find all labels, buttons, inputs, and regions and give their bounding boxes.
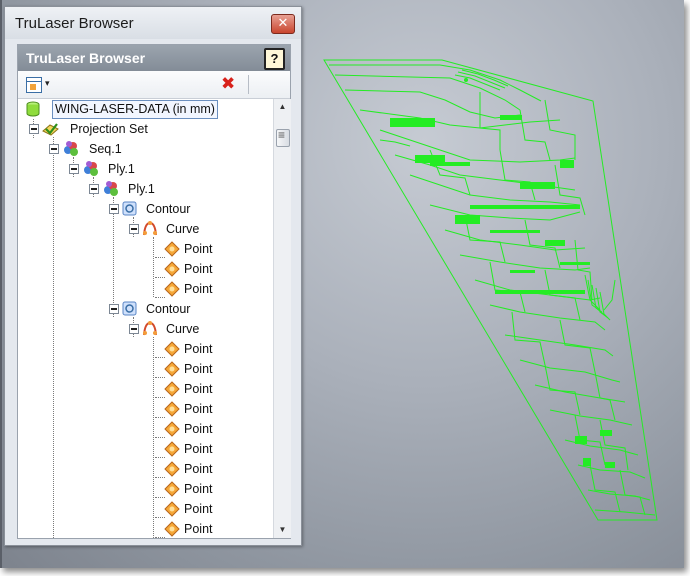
curve-icon — [143, 321, 157, 336]
tree-label: Point — [184, 362, 213, 376]
collapse-toggle[interactable] — [129, 224, 139, 234]
tree-row-root[interactable]: WING-LASER-DATA (in mm) — [18, 99, 273, 119]
scroll-down-button[interactable]: ▼ — [274, 522, 291, 538]
database-icon — [26, 101, 40, 117]
tree-label: Point — [184, 522, 213, 536]
tree-row-point[interactable]: Point — [18, 459, 273, 479]
window-title: TruLaser Browser — [15, 15, 134, 32]
sequence-icon — [64, 141, 78, 156]
collapse-toggle[interactable] — [129, 324, 139, 334]
point-icon — [164, 281, 180, 297]
tree-row-contour[interactable]: Contour — [18, 299, 273, 319]
tree-row-point[interactable]: Point — [18, 479, 273, 499]
3d-viewport[interactable]: TruLaser Browser ✕ TruLaser Browser ? ▾ … — [0, 0, 684, 568]
tree-row-point[interactable]: Point — [18, 339, 273, 359]
ply-icon — [104, 181, 118, 196]
collapse-toggle[interactable] — [49, 144, 59, 154]
point-icon — [164, 501, 180, 517]
tree-label: Point — [184, 442, 213, 456]
tree-row-seq[interactable]: Seq.1 — [18, 139, 273, 159]
tree-row-point[interactable]: Point — [18, 399, 273, 419]
tree-row-point[interactable]: Point — [18, 379, 273, 399]
point-icon — [164, 441, 180, 457]
tree-label: Contour — [146, 302, 191, 316]
point-icon — [164, 481, 180, 497]
point-icon — [164, 421, 180, 437]
delete-icon[interactable]: ✖ — [221, 74, 235, 94]
point-icon — [164, 401, 180, 417]
window-titlebar[interactable]: TruLaser Browser ✕ — [5, 7, 301, 39]
tree-row-point[interactable]: Point — [18, 439, 273, 459]
tree-row-point[interactable]: Point — [18, 279, 273, 299]
tree-label: Point — [184, 462, 213, 476]
tree-row-point[interactable]: Point — [18, 259, 273, 279]
tree-row-curve[interactable]: Curve — [18, 219, 273, 239]
tree-label: Projection Set — [70, 122, 148, 136]
chevron-down-icon: ▾ — [45, 78, 50, 88]
point-icon — [164, 261, 180, 277]
tree-label: Point — [184, 262, 213, 276]
browser-tree[interactable]: WING-LASER-DATA (in mm) Projection Set S… — [18, 99, 273, 538]
tree-label: Curve — [166, 322, 200, 336]
contour-icon — [122, 201, 137, 216]
scroll-up-button[interactable]: ▲ — [274, 99, 291, 115]
tree-row-curve[interactable]: Curve — [18, 319, 273, 339]
point-icon — [164, 241, 180, 257]
tree-label: Curve — [166, 222, 200, 236]
close-icon: ✕ — [277, 16, 289, 31]
curve-icon — [143, 221, 157, 236]
tree-label: Point — [184, 502, 213, 516]
point-icon — [164, 521, 180, 537]
tree-row-point[interactable]: Point — [18, 239, 273, 259]
tree-row-point[interactable]: Point — [18, 359, 273, 379]
trulaser-browser-window: TruLaser Browser ✕ TruLaser Browser ? ▾ … — [4, 6, 302, 546]
tree-row-point[interactable]: Point — [18, 499, 273, 519]
tree-row-point[interactable]: Point — [18, 419, 273, 439]
collapse-toggle[interactable] — [109, 204, 119, 214]
tree-label: Seq.1 — [89, 142, 122, 156]
collapse-toggle[interactable] — [89, 184, 99, 194]
scroll-thumb[interactable] — [276, 128, 290, 147]
tree-label: Point — [184, 242, 213, 256]
tree-label: Point — [184, 482, 213, 496]
browser-panel: TruLaser Browser ? ▾ ✖ WING-LASER-DATA (… — [17, 44, 291, 539]
view-options-dropdown[interactable]: ▾ — [26, 77, 54, 93]
panel-title: TruLaser Browser — [26, 50, 146, 66]
tree-label: Point — [184, 382, 213, 396]
tree-label: Point — [184, 282, 213, 296]
help-button[interactable]: ? — [264, 48, 285, 70]
point-icon — [164, 461, 180, 477]
tree-label: Point — [184, 342, 213, 356]
collapse-toggle[interactable] — [109, 304, 119, 314]
ply-icon — [84, 161, 98, 176]
tree-row-ply[interactable]: Ply.1 — [18, 159, 273, 179]
panel-header: TruLaser Browser ? — [18, 45, 290, 71]
tree-label: Point — [184, 402, 213, 416]
panel-toolbar: ▾ ✖ — [18, 71, 290, 99]
tree-row-point[interactable]: Point — [18, 519, 273, 538]
tree-label: Point — [184, 422, 213, 436]
collapse-toggle[interactable] — [69, 164, 79, 174]
point-icon — [164, 361, 180, 377]
tree-row-contour[interactable]: Contour — [18, 199, 273, 219]
tree-scrollbar[interactable]: ▲ ▼ — [273, 99, 291, 538]
toolbar-divider — [248, 75, 249, 94]
tree-row-projection-set[interactable]: Projection Set — [18, 119, 273, 139]
projection-set-icon — [42, 123, 59, 136]
collapse-toggle[interactable] — [29, 124, 39, 134]
close-button[interactable]: ✕ — [271, 14, 295, 34]
tree-root-label[interactable]: WING-LASER-DATA (in mm) — [52, 100, 218, 119]
point-icon — [164, 381, 180, 397]
help-icon: ? — [270, 51, 279, 66]
tree-label: Contour — [146, 202, 191, 216]
tree-label: Ply.1 — [108, 162, 135, 176]
contour-icon — [122, 301, 137, 316]
tree-row-ply-inner[interactable]: Ply.1 — [18, 179, 273, 199]
tree-label: Ply.1 — [128, 182, 155, 196]
view-options-icon — [26, 77, 42, 93]
point-icon — [164, 341, 180, 357]
